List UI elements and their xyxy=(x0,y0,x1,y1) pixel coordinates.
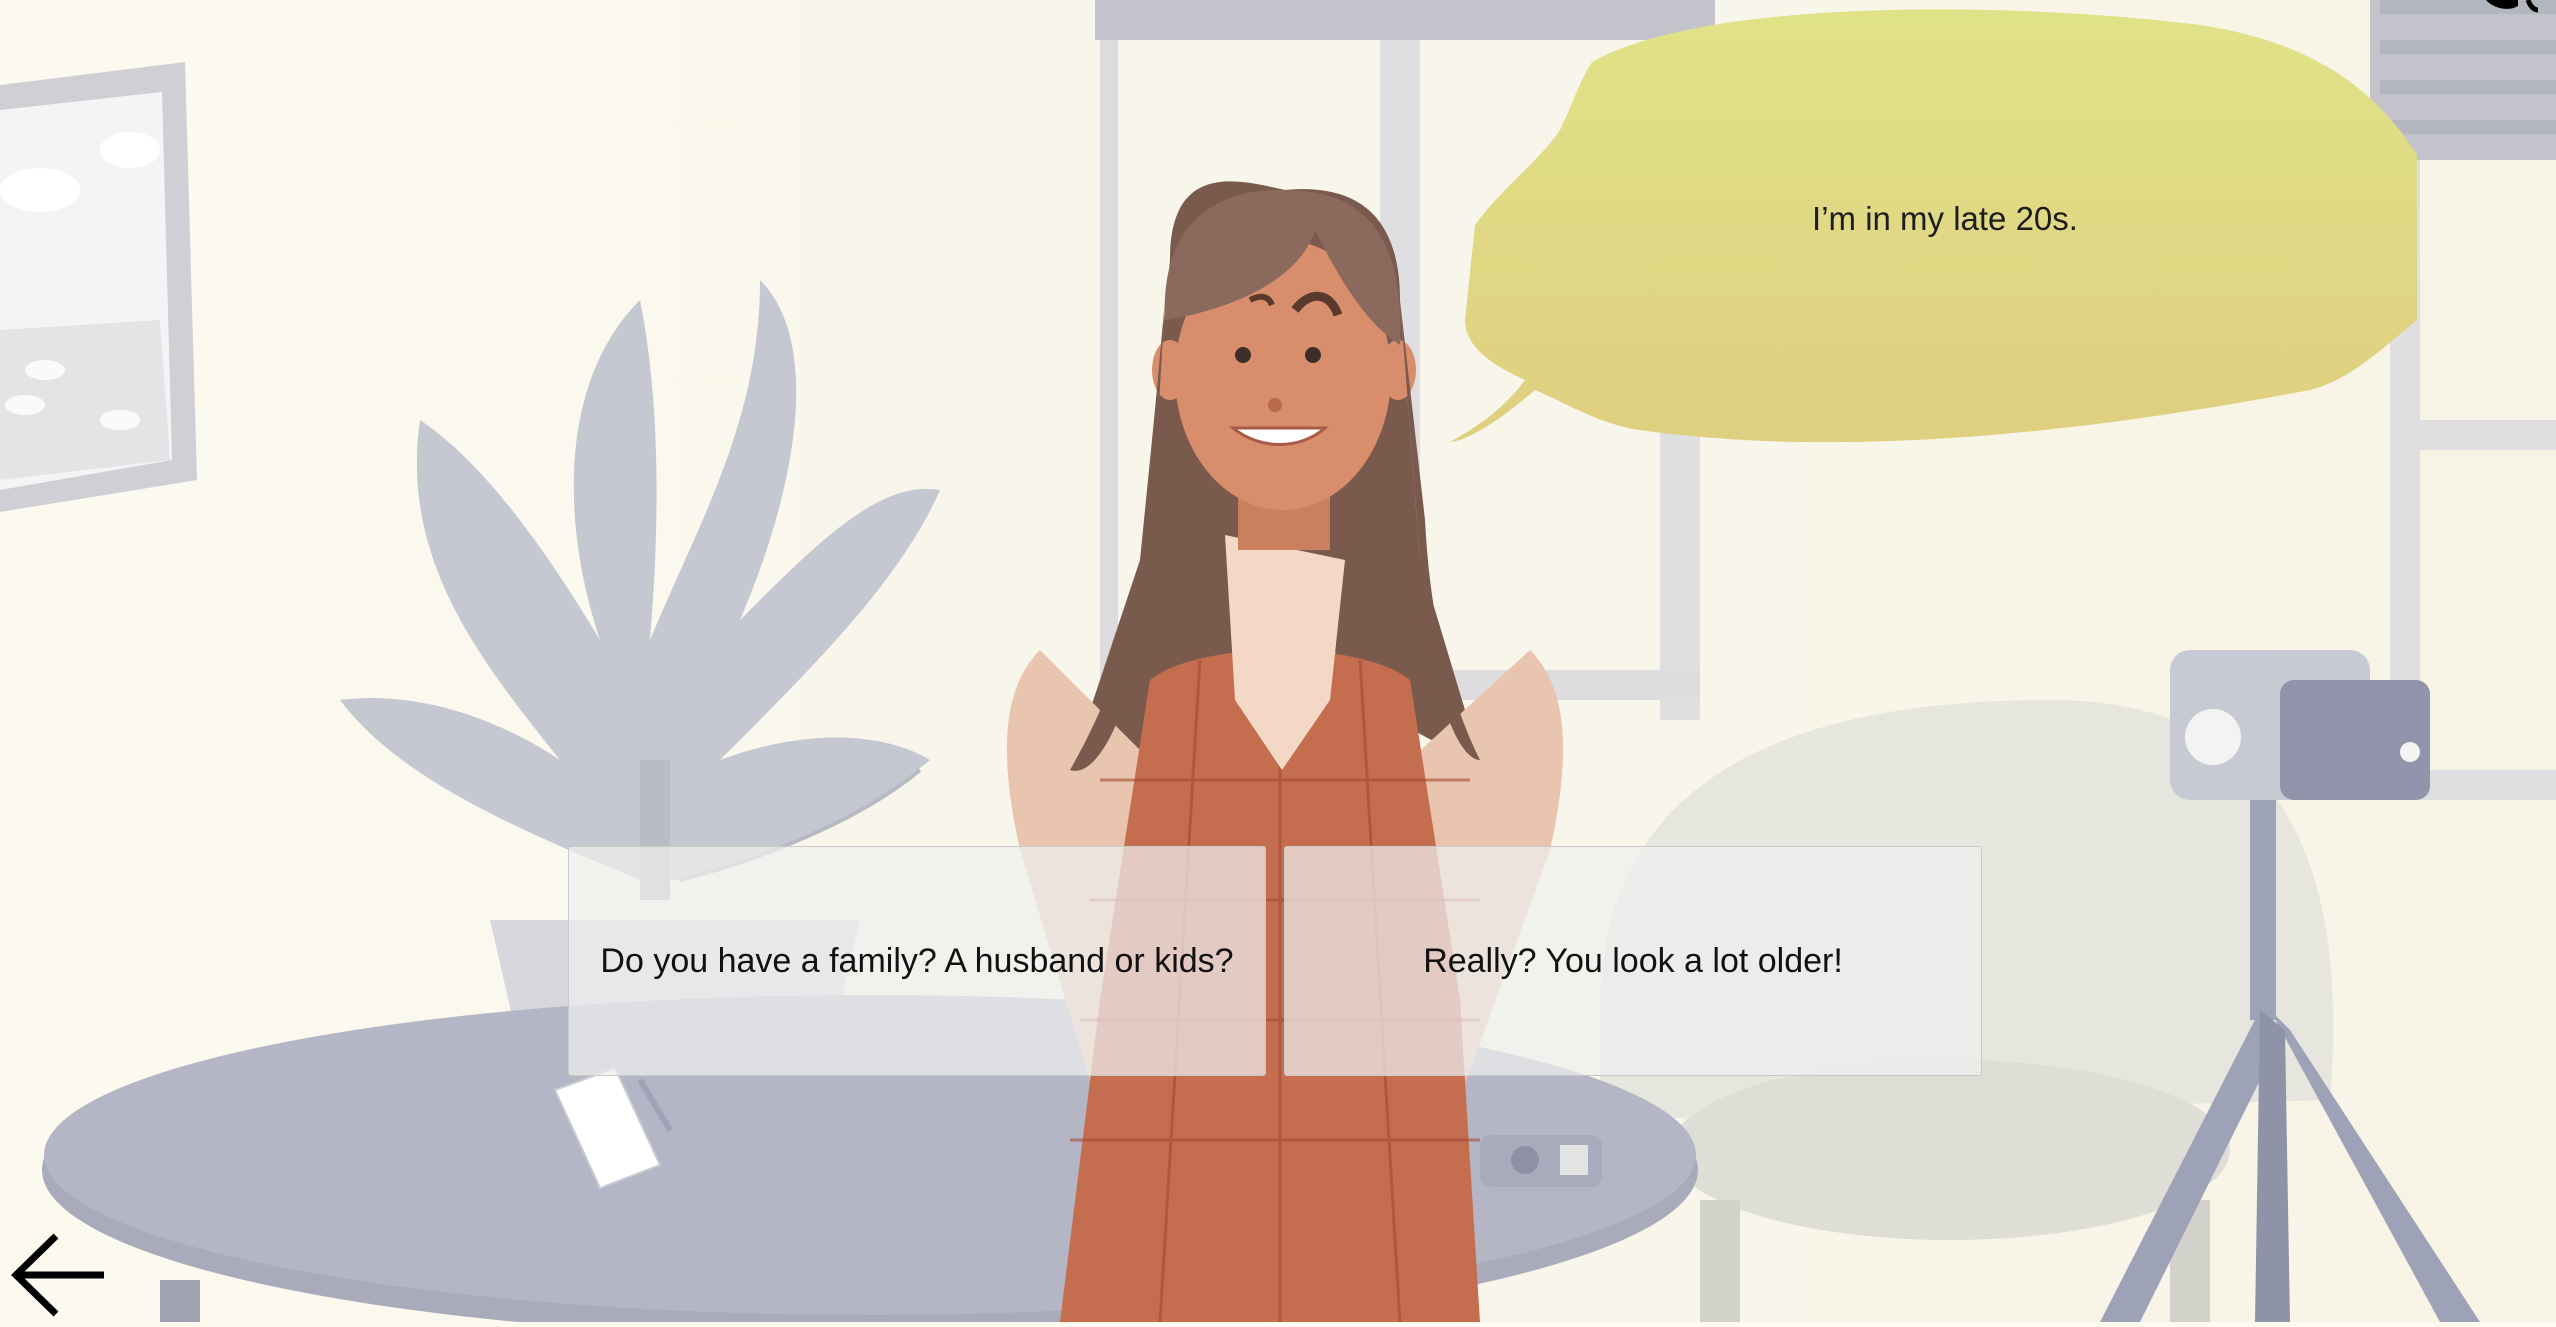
sound-toggle-button[interactable] xyxy=(2478,0,2556,14)
choice-button-older[interactable]: Really? You look a lot older! xyxy=(1284,846,1982,1076)
dialogue-choices: Do you have a family? A husband or kids?… xyxy=(568,846,1982,1076)
picture-frame xyxy=(0,62,197,512)
back-button[interactable] xyxy=(8,1228,108,1322)
game-scene xyxy=(0,0,2556,1322)
speech-bubble-text: I’m in my late 20s. xyxy=(1812,200,2078,237)
remote-control xyxy=(1480,1135,1602,1187)
arrow-left-icon xyxy=(10,1233,104,1317)
sound-icon xyxy=(2486,0,2539,13)
choice-button-family[interactable]: Do you have a family? A husband or kids? xyxy=(568,846,1266,1076)
